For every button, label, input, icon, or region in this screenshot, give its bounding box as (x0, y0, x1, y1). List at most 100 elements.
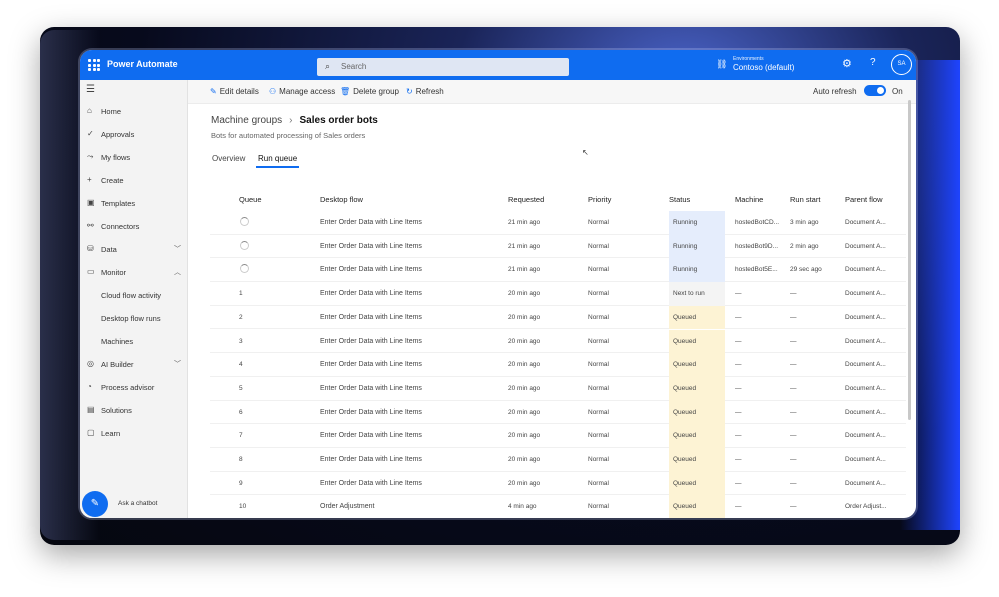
refresh-button[interactable]: ↻ Refresh (406, 87, 444, 96)
chevron-up-icon[interactable]: ︿ (174, 267, 181, 277)
parent-flow-cell[interactable]: Document A... (845, 480, 886, 487)
chatbot-button[interactable]: ✎ (82, 491, 108, 517)
sidebar-item-learn[interactable]: ▢ Learn (80, 424, 188, 444)
machine-cell: hostedBot5E... (735, 266, 778, 274)
column-header-priority[interactable]: Priority (588, 195, 611, 204)
run-start-cell: 2 min ago (790, 242, 819, 250)
parent-flow-cell[interactable]: Document A... (845, 243, 886, 250)
sidebar-item-data[interactable]: ⛁ Data ﹀ (80, 240, 188, 260)
table-row[interactable]: 5 Enter Order Data with Line Items 20 min … (210, 376, 906, 401)
parent-flow-cell[interactable]: Document A... (845, 432, 886, 439)
table-row[interactable]: 10 Order Adjustment 4 min ago Normal Queued —… (210, 495, 906, 518)
desktop-flow-cell[interactable]: Enter Order Data with Line Items (320, 266, 422, 273)
sidebar-item-cloud-flow-activity[interactable]: Cloud flow activity (80, 286, 188, 306)
priority-cell: Normal (588, 219, 609, 226)
breadcrumb-parent[interactable]: Machine groups (211, 115, 282, 126)
desktop-flow-cell[interactable]: Enter Order Data with Line Items (320, 314, 422, 321)
sidebar-item-create[interactable]: + Create (80, 171, 188, 191)
table-row[interactable]: Enter Order Data with Line Items 21 min a… (210, 234, 906, 259)
parent-flow-cell[interactable]: Document A... (845, 314, 886, 321)
parent-flow-cell[interactable]: Document A... (845, 385, 886, 392)
sidebar-item-solutions[interactable]: ▤ Solutions (80, 401, 188, 421)
column-header-status[interactable]: Status (669, 195, 690, 204)
tab-run-queue[interactable]: Run queue (258, 154, 297, 163)
desktop-flow-cell[interactable]: Enter Order Data with Line Items (320, 432, 422, 439)
manage-access-button[interactable]: ⚇ Manage access (269, 87, 335, 96)
vertical-scrollbar[interactable] (908, 100, 911, 420)
column-header-parent-flow[interactable]: Parent flow (845, 195, 883, 204)
app-title[interactable]: Power Automate (107, 59, 178, 69)
table-row[interactable]: Enter Order Data with Line Items 21 min a… (210, 211, 906, 235)
parent-flow-cell[interactable]: Document A... (845, 361, 886, 368)
desktop-flow-cell[interactable]: Enter Order Data with Line Items (320, 219, 422, 226)
avatar[interactable]: SA (891, 54, 912, 75)
desktop-flow-cell[interactable]: Enter Order Data with Line Items (320, 338, 422, 345)
desktop-flow-cell[interactable]: Enter Order Data with Line Items (320, 385, 422, 392)
tab-overview[interactable]: Overview (212, 154, 245, 163)
parent-flow-cell[interactable]: Document A... (845, 290, 886, 297)
gear-icon[interactable]: ⚙ (842, 57, 852, 70)
search-box[interactable]: ⌕ Search (317, 58, 569, 76)
status-cell: Queued (673, 432, 697, 440)
desktop-flow-cell[interactable]: Enter Order Data with Line Items (320, 480, 422, 487)
requested-cell: 20 min ago (508, 479, 541, 487)
column-header-run-start[interactable]: Run start (790, 195, 820, 204)
home-icon: ⌂ (87, 106, 92, 115)
sidebar-item-monitor[interactable]: ▭ Monitor ︿ (80, 263, 188, 283)
chevron-down-icon[interactable]: ﹀ (174, 244, 181, 254)
sidebar-item-connectors[interactable]: ⚯ Connectors (80, 217, 188, 237)
sidebar-item-label: Home (101, 107, 122, 116)
parent-flow-cell[interactable]: Order Adjust... (845, 503, 887, 510)
table-row[interactable]: 6 Enter Order Data with Line Items 20 min … (210, 400, 906, 425)
sidebar-item-process-advisor[interactable]: ◔ Process advisor (80, 378, 188, 398)
search-icon: ⌕ (325, 61, 331, 71)
edit-details-button[interactable]: ✎ Edit details (210, 87, 259, 96)
manage-access-label: Manage access (279, 87, 336, 96)
table-row[interactable]: Enter Order Data with Line Items 21 min a… (210, 258, 906, 283)
parent-flow-cell[interactable]: Document A... (845, 456, 886, 463)
table-row[interactable]: 2 Enter Order Data with Line Items 20 min … (210, 305, 906, 330)
desktop-flow-cell[interactable]: Enter Order Data with Line Items (320, 361, 422, 368)
desktop-flow-cell[interactable]: Enter Order Data with Line Items (320, 409, 422, 416)
sidebar-item-label: Approvals (101, 130, 135, 139)
hamburger-icon[interactable]: ☰ (86, 84, 95, 95)
desktop-flow-cell[interactable]: Enter Order Data with Line Items (320, 290, 422, 297)
sidebar-item-label: Templates (101, 199, 136, 208)
parent-flow-cell[interactable]: Document A... (845, 266, 886, 273)
monitor-icon: ▭ (87, 267, 95, 276)
chevron-down-icon[interactable]: ﹀ (174, 359, 181, 369)
table-row[interactable]: 1 Enter Order Data with Line Items 20 min … (210, 282, 906, 306)
delete-group-button[interactable]: 🗑 Delete group (340, 87, 399, 96)
environment-picker[interactable]: Contoso (default) (733, 63, 794, 72)
machine-cell: hostedBotCD... (735, 219, 780, 226)
parent-flow-cell[interactable]: Document A... (845, 219, 886, 226)
help-icon[interactable]: ? (870, 57, 876, 68)
desktop-flow-cell[interactable]: Order Adjustment (320, 503, 374, 510)
desktop-flow-cell[interactable]: Enter Order Data with Line Items (320, 243, 422, 250)
sidebar-item-ai-builder[interactable]: ◎ AI Builder ﹀ (80, 355, 188, 375)
sidebar-item-machines[interactable]: Machines (80, 332, 188, 352)
flows-icon: ⤳ (87, 152, 94, 161)
parent-flow-cell[interactable]: Document A... (845, 409, 886, 416)
table-row[interactable]: 4 Enter Order Data with Line Items 20 min … (210, 353, 906, 377)
sidebar-item-approvals[interactable]: ✓ Approvals (80, 125, 188, 145)
sidebar-item-desktop-flow-runs[interactable]: Desktop flow runs (80, 309, 188, 329)
table-row[interactable]: 3 Enter Order Data with Line Items 20 min … (210, 329, 906, 354)
sidebar-item-home[interactable]: ⌂ Home (80, 102, 188, 122)
sidebar-item-my-flows[interactable]: ⤳ My flows (80, 148, 188, 168)
column-header-queue[interactable]: Queue (239, 195, 262, 204)
queue-cell: 9 (239, 479, 243, 487)
queue-cell: 3 (239, 337, 243, 345)
column-header-desktop-flow[interactable]: Desktop flow (320, 195, 363, 204)
column-header-machine[interactable]: Machine (735, 195, 763, 204)
sidebar-item-templates[interactable]: ▣ Templates (80, 194, 188, 214)
table-row[interactable]: 8 Enter Order Data with Line Items 20 min … (210, 448, 906, 472)
desktop-flow-cell[interactable]: Enter Order Data with Line Items (320, 456, 422, 463)
column-header-requested[interactable]: Requested (508, 195, 544, 204)
auto-refresh-toggle[interactable] (864, 85, 886, 96)
parent-flow-cell[interactable]: Document A... (845, 338, 886, 345)
status-cell: Next to run (673, 290, 705, 298)
table-row[interactable]: 9 Enter Order Data with Line Items 20 min … (210, 471, 906, 496)
table-row[interactable]: 7 Enter Order Data with Line Items 20 min … (210, 424, 906, 448)
app-launcher-icon[interactable] (88, 59, 100, 71)
